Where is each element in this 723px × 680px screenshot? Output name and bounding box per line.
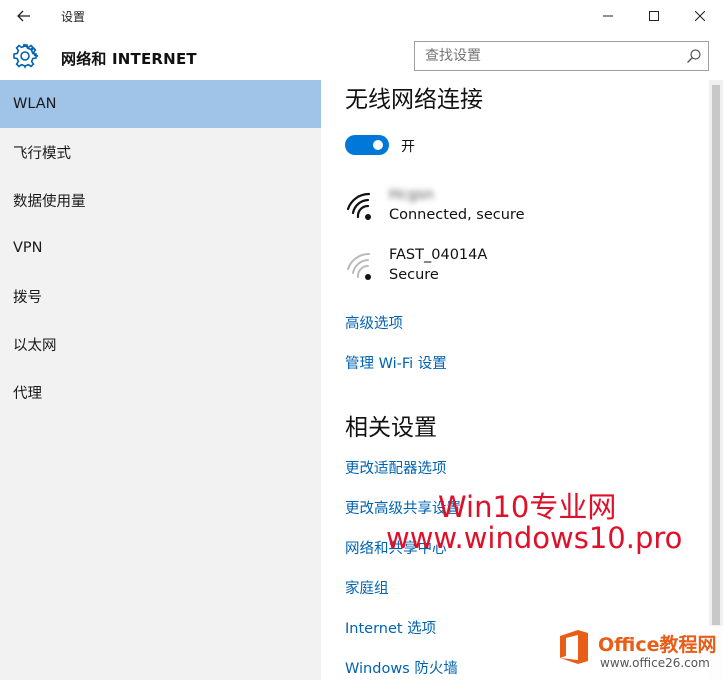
close-icon[interactable] — [677, 0, 723, 32]
wifi-weak-icon — [345, 251, 379, 285]
sidebar-item-proxy[interactable]: 代理 — [0, 368, 321, 416]
search-icon[interactable] — [686, 48, 702, 64]
scrollbar[interactable] — [709, 80, 723, 680]
toggle-knob — [373, 140, 383, 150]
maximize-icon[interactable] — [631, 0, 677, 32]
change-adapter-options-link[interactable]: 更改适配器选项 — [345, 457, 447, 478]
office-watermark: Office教程网 www.office26.com — [556, 626, 723, 680]
related-settings-heading: 相关设置 — [345, 415, 437, 441]
network-item[interactable]: FAST_04014A Secure — [345, 247, 705, 291]
sidebar-item-data-usage[interactable]: 数据使用量 — [0, 176, 321, 224]
sidebar-item-vpn[interactable]: VPN — [0, 224, 321, 272]
sidebar-item-wlan[interactable]: WLAN — [0, 80, 321, 128]
internet-options-link[interactable]: Internet 选项 — [345, 617, 436, 638]
network-status: Secure — [389, 267, 439, 283]
sidebar-item-dial-up[interactable]: 拨号 — [0, 272, 321, 320]
sidebar: WLAN 飞行模式 数据使用量 VPN 拨号 以太网 代理 — [0, 80, 321, 680]
office-watermark-title: Office教程网 — [598, 634, 717, 656]
window-title: 设置 — [61, 10, 86, 24]
wifi-strong-icon — [345, 191, 379, 225]
network-status: Connected, secure — [389, 207, 525, 223]
wlan-toggle[interactable] — [345, 135, 389, 155]
network-item[interactable]: Hcgsn Connected, secure — [345, 187, 705, 231]
minimize-icon[interactable] — [585, 0, 631, 32]
watermark-text: Win10专业网 — [438, 490, 617, 524]
advanced-options-link[interactable]: 高级选项 — [345, 312, 403, 333]
homegroup-link[interactable]: 家庭组 — [345, 577, 389, 598]
office-logo-icon — [558, 629, 590, 665]
network-name: FAST_04014A — [389, 247, 488, 263]
windows-firewall-link[interactable]: Windows 防火墙 — [345, 657, 458, 678]
sidebar-item-ethernet[interactable]: 以太网 — [0, 320, 321, 368]
search-box[interactable] — [414, 41, 709, 71]
title-bar: 设置 — [0, 0, 723, 32]
watermark-url: www.windows10.pro — [386, 521, 683, 555]
page-title: 网络和 INTERNET — [61, 50, 197, 68]
wireless-heading: 无线网络连接 — [345, 87, 483, 113]
sidebar-item-airplane-mode[interactable]: 飞行模式 — [0, 128, 321, 176]
back-arrow-icon[interactable] — [10, 4, 38, 28]
settings-header: 网络和 INTERNET — [0, 32, 723, 80]
scrollbar-thumb[interactable] — [712, 85, 720, 625]
gear-icon — [12, 43, 39, 69]
toggle-state-label: 开 — [401, 139, 415, 155]
network-name: Hcgsn — [389, 187, 434, 203]
office-watermark-url: www.office26.com — [600, 656, 710, 670]
search-input[interactable] — [425, 46, 675, 66]
manage-wifi-settings-link[interactable]: 管理 Wi-Fi 设置 — [345, 352, 447, 373]
